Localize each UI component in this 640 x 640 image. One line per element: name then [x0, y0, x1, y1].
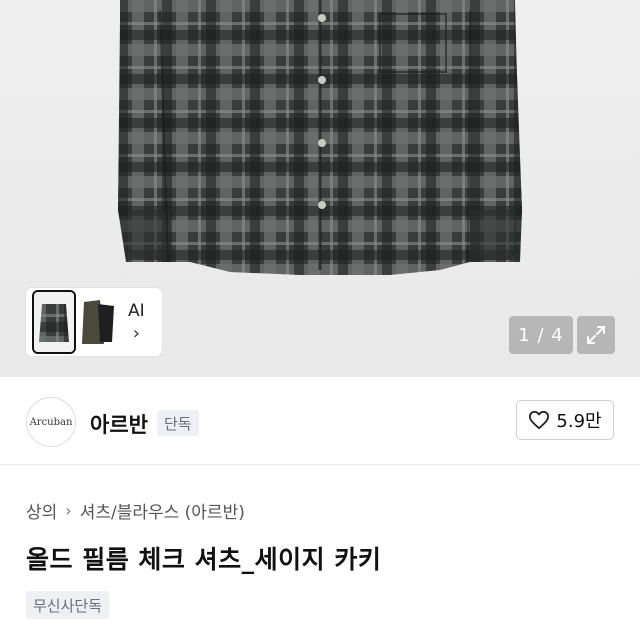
ai-label: AI: [128, 301, 145, 321]
product-image-gallery[interactable]: AI › 1 / 4: [0, 0, 640, 377]
brand-logo-text: Arcuban: [29, 416, 73, 428]
chevron-right-icon: ›: [132, 323, 140, 344]
expand-arrows-icon: [587, 326, 605, 344]
like-count: 5.9만: [556, 411, 602, 432]
thumbnail-image: [78, 292, 118, 352]
breadcrumb-item-subcategory[interactable]: 셔츠/블라우스 (아르반): [80, 498, 245, 523]
exclusive-badge: 단독: [157, 410, 199, 436]
breadcrumb-item-category[interactable]: 상의: [26, 498, 57, 523]
heart-outline-icon: [529, 410, 550, 430]
image-pager-indicator: 1 / 4: [509, 316, 573, 354]
brand-logo[interactable]: Arcuban: [26, 397, 76, 447]
brand-row: Arcuban 아르반 단독 5.9만: [0, 377, 640, 465]
like-button[interactable]: 5.9만: [516, 400, 614, 440]
ai-recommend-button[interactable]: AI ›: [128, 301, 145, 343]
thumbnail-shirt-side[interactable]: [78, 292, 118, 352]
thumbnail-shirt-front[interactable]: [34, 292, 74, 352]
brand-name-link[interactable]: 아르반: [90, 409, 148, 439]
musinsa-exclusive-tag: 무신사단독: [26, 591, 110, 619]
thumbnail-image: [34, 292, 74, 352]
product-title: 올드 필름 체크 셔츠_세이지 카키: [26, 545, 382, 574]
chevron-right-icon: ›: [65, 501, 72, 520]
breadcrumb: 상의 › 셔츠/블라우스 (아르반): [26, 498, 245, 523]
expand-button[interactable]: [577, 316, 615, 354]
thumbnail-strip: AI ›: [26, 288, 162, 356]
